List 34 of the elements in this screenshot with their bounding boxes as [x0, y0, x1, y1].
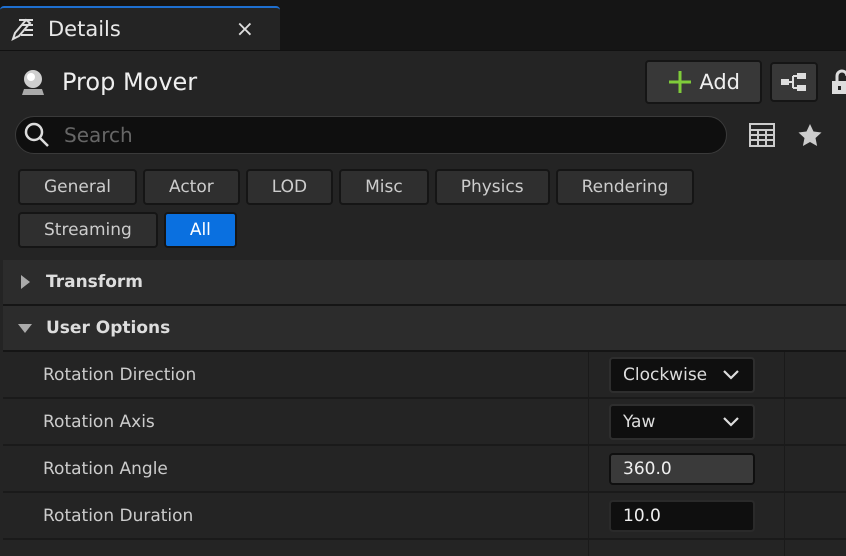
- dropdown[interactable]: Clockwise: [609, 356, 755, 392]
- close-button[interactable]: ×: [236, 16, 270, 42]
- filter-chip[interactable]: Actor: [143, 169, 240, 205]
- filter-chip[interactable]: General: [18, 169, 137, 205]
- pencil-list-icon: [10, 17, 36, 41]
- section-header[interactable]: Transform: [3, 260, 846, 306]
- filter-chip[interactable]: Rendering: [556, 169, 694, 205]
- table-icon[interactable]: [749, 123, 775, 147]
- property-label: Rotation Angle: [43, 458, 168, 478]
- property-label: Rotation Direction: [43, 364, 196, 384]
- search-field[interactable]: Search: [15, 116, 727, 154]
- tab-title: Details: [48, 17, 122, 41]
- plus-icon: [667, 69, 694, 95]
- add-button[interactable]: Add: [645, 60, 762, 104]
- details-tab[interactable]: Details ×: [0, 6, 280, 50]
- hierarchy-icon: [779, 70, 809, 94]
- filter-chip[interactable]: LOD: [246, 169, 334, 205]
- dropdown[interactable]: Yaw: [609, 404, 755, 440]
- actor-name: Prop Mover: [62, 68, 198, 96]
- hierarchy-button[interactable]: [770, 62, 818, 102]
- number-field[interactable]: 10.0: [609, 500, 755, 532]
- section-header[interactable]: User Options: [3, 306, 846, 352]
- filter-chip[interactable]: Streaming: [18, 212, 158, 248]
- search-icon: [23, 121, 51, 149]
- filter-chip[interactable]: Physics: [434, 169, 550, 205]
- chevron-icon: [723, 370, 739, 380]
- lock-icon[interactable]: [832, 69, 846, 95]
- chevron-icon: [723, 416, 739, 426]
- number-field[interactable]: 360.0: [609, 452, 755, 484]
- filter-chip[interactable]: Misc: [339, 169, 429, 205]
- property-label: Rotation Duration: [43, 506, 194, 526]
- star-icon[interactable]: [797, 123, 823, 147]
- filter-chip[interactable]: All: [164, 212, 237, 248]
- property-label: Rotation Axis: [43, 412, 155, 432]
